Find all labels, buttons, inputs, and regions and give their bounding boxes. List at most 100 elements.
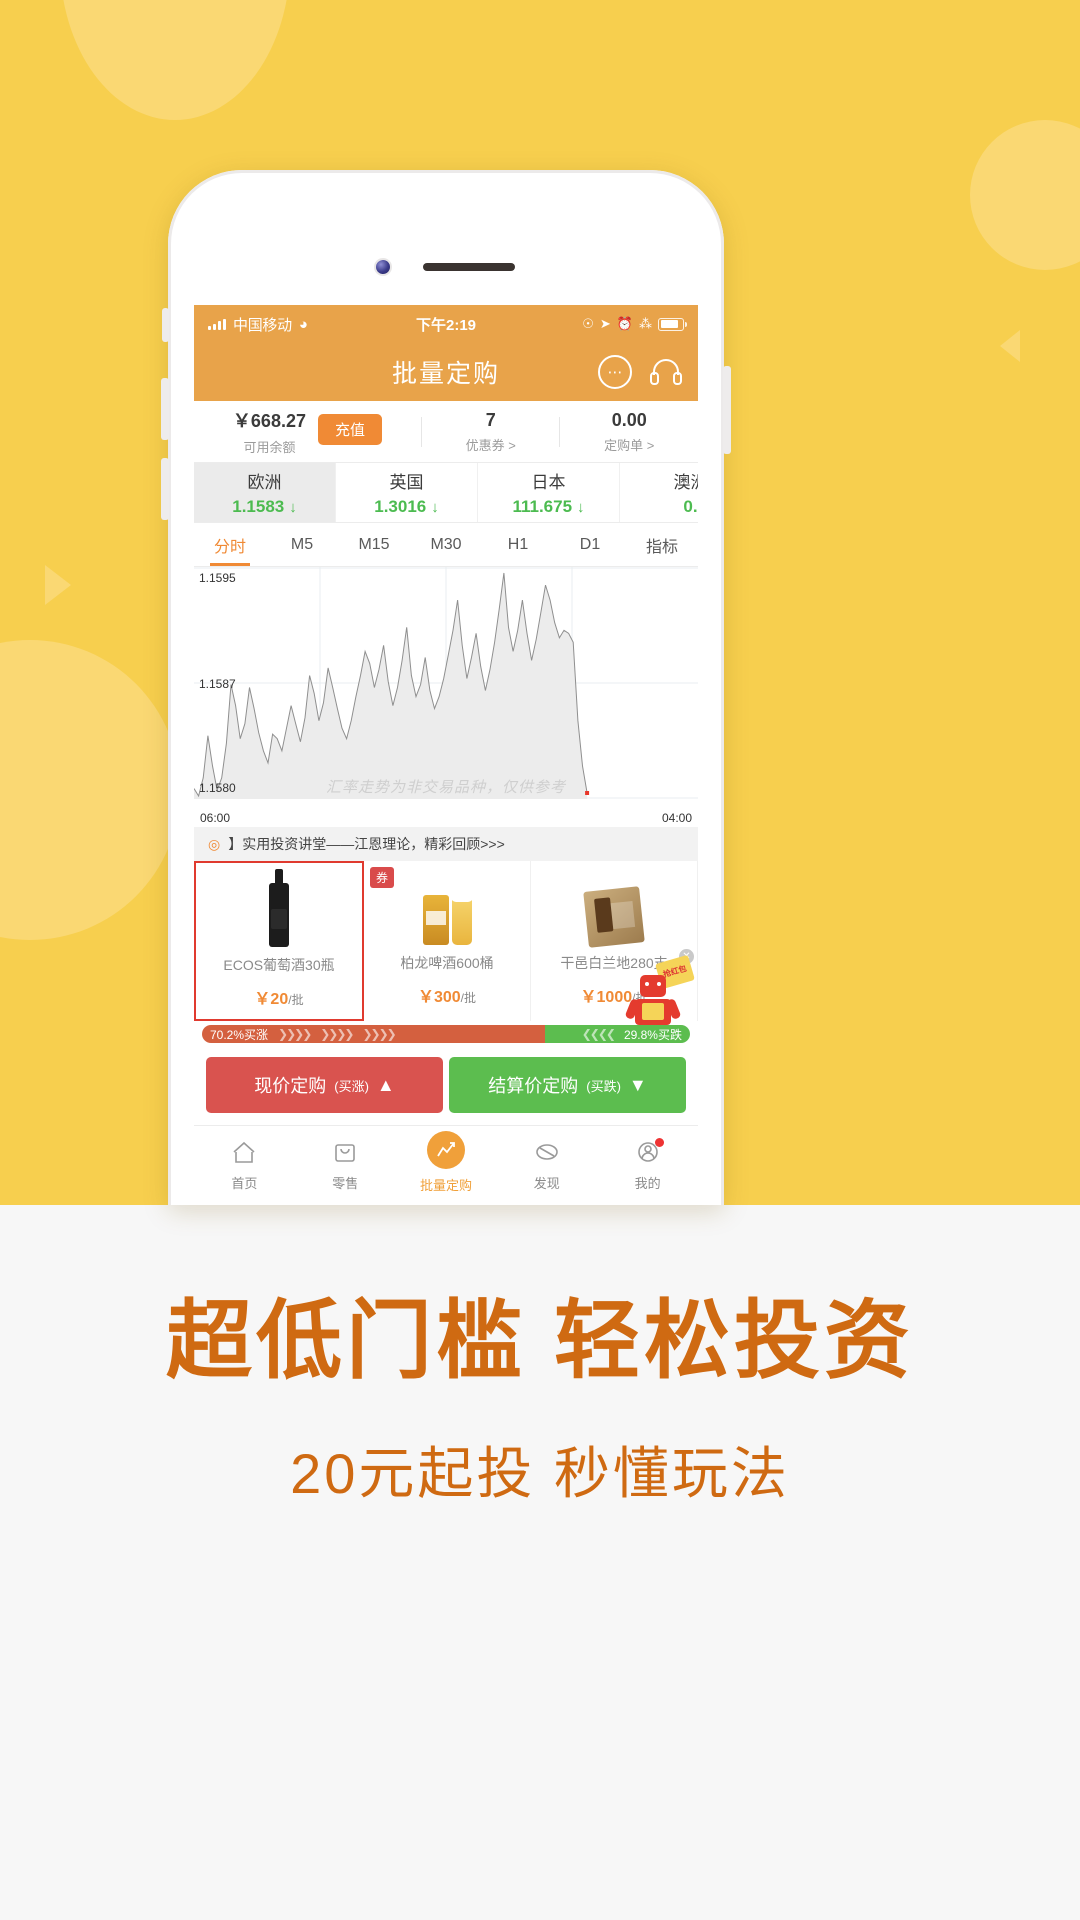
product-name: 柏龙啤酒600桶 bbox=[400, 955, 494, 971]
tab-batch-order[interactable]: 批量定购 bbox=[396, 1126, 497, 1203]
decor-triangle-right bbox=[1000, 330, 1020, 362]
tab-discover[interactable]: 发现 bbox=[496, 1126, 597, 1203]
alarm-icon: ⏰ bbox=[616, 316, 633, 331]
currency-tab-aud[interactable]: 澳洲 0. bbox=[620, 463, 699, 522]
tab-retail[interactable]: 零售 bbox=[295, 1126, 396, 1203]
product-price: ￥20/批 bbox=[254, 985, 303, 1009]
orders-label: 定购单 > bbox=[604, 437, 655, 453]
compass-icon bbox=[532, 1137, 562, 1167]
app-header: 批量定购 ⋯ bbox=[194, 343, 698, 401]
recharge-button[interactable]: 充值 bbox=[317, 414, 382, 445]
orders-count: 0.00 bbox=[611, 409, 647, 430]
tab-mine[interactable]: 我的 bbox=[597, 1126, 698, 1203]
currency-value: 1.1583 ↓ bbox=[232, 497, 297, 517]
buy-down-button[interactable]: 结算价定购 (买跌) ▼ bbox=[449, 1057, 686, 1113]
orders-cell[interactable]: 0.00 定购单 > bbox=[560, 410, 698, 454]
trend-down-icon: ↓ bbox=[289, 498, 297, 516]
timeframe-tab-d1[interactable]: D1 bbox=[554, 523, 626, 566]
coupon-cell[interactable]: 7 优惠券 > bbox=[422, 410, 560, 454]
currency-tab-jpy[interactable]: 日本 111.675 ↓ bbox=[478, 463, 620, 522]
timeframe-tab-strip[interactable]: 分时 M5 M15 M30 H1 D1 指标 bbox=[194, 523, 698, 567]
timeframe-tab-m5[interactable]: M5 bbox=[266, 523, 338, 566]
home-icon bbox=[229, 1137, 259, 1167]
status-bar-clock: 下午2:19 bbox=[415, 316, 477, 334]
sentiment-bull-segment: 70.2%买涨 ❯❯❯❯ ❯❯❯❯ ❯❯❯❯ bbox=[202, 1025, 545, 1043]
price-chart[interactable]: 1.1595 1.1587 1.1580 汇率走势为非交易品种，仅供参考 06:… bbox=[194, 567, 698, 827]
product-price-value: ￥20 bbox=[254, 991, 289, 1008]
wifi-icon: ◕ bbox=[298, 315, 308, 333]
chevron-right-icon: ❯❯❯❯ bbox=[320, 1027, 354, 1041]
promo-copy: 超低门槛 轻松投资 20元起投 秒懂玩法 bbox=[0, 1205, 1080, 1510]
page-title: 批量定购 bbox=[391, 360, 500, 388]
chart-series bbox=[194, 572, 590, 799]
tab-label: 我的 bbox=[634, 1176, 661, 1191]
beer-icon bbox=[422, 871, 473, 945]
red-packet-floating-widget[interactable]: ✕ 抢红包 bbox=[622, 949, 695, 1037]
product-price: ￥300/批 bbox=[418, 983, 476, 1007]
order-actions: 现价定购 (买涨) ▲ 结算价定购 (买跌) ▼ bbox=[194, 1047, 698, 1125]
headset-icon[interactable] bbox=[648, 356, 684, 388]
chevron-right-icon: ❯❯❯❯ bbox=[278, 1027, 312, 1041]
currency-value: 1.3016 ↓ bbox=[374, 497, 439, 517]
currency-tab-strip[interactable]: 欧洲 1.1583 ↓ 英国 1.3016 ↓ 日本 111.675 ↓ 澳 0… bbox=[194, 463, 698, 523]
decor-blob-right bbox=[970, 120, 1080, 270]
chevron-left-icon: ❮❮❮❮ bbox=[581, 1027, 616, 1041]
tab-label: 首页 bbox=[231, 1176, 258, 1191]
promo-headline: 超低门槛 轻松投资 bbox=[166, 1293, 914, 1389]
tab-label: 发现 bbox=[533, 1176, 560, 1191]
buy-down-sub: (买跌) bbox=[586, 1078, 621, 1094]
notification-badge bbox=[654, 1138, 664, 1147]
decor-blob-top bbox=[60, 0, 290, 120]
timeframe-tab-indicators[interactable]: 指标 bbox=[626, 523, 698, 566]
status-bar-right: ☉ ➤ ⏰ ⁂ bbox=[582, 316, 687, 332]
currency-value: 0. bbox=[683, 497, 697, 517]
buy-up-sub: (买涨) bbox=[334, 1078, 369, 1094]
balance-label: 可用余额 bbox=[243, 440, 296, 455]
trend-down-icon: ↓ bbox=[431, 498, 439, 516]
down-arrow-icon: ▼ bbox=[628, 1074, 647, 1095]
chart-xlabel-start: 06:00 bbox=[200, 811, 231, 825]
buy-up-button[interactable]: 现价定购 (买涨) ▲ bbox=[206, 1057, 443, 1113]
carrier-label: 中国移动 bbox=[233, 316, 292, 334]
status-bar: 中国移动 ◕ 下午2:19 ☉ ➤ ⏰ ⁂ bbox=[194, 305, 698, 343]
currency-tab-gbp[interactable]: 英国 1.3016 ↓ bbox=[336, 463, 478, 522]
timeframe-tab-fenshi[interactable]: 分时 bbox=[194, 523, 266, 566]
chart-svg bbox=[194, 567, 698, 799]
trend-down-icon: ↓ bbox=[577, 498, 585, 516]
wine-bottle-icon bbox=[269, 869, 289, 947]
currency-name: 欧洲 bbox=[247, 473, 282, 492]
coupon-label: 优惠券 > bbox=[465, 437, 516, 453]
red-packet-mascot bbox=[624, 975, 682, 1031]
product-card-wine[interactable]: ECOS葡萄酒30瓶 ￥20/批 bbox=[194, 861, 364, 1021]
phone-mockup: 中国移动 ◕ 下午2:19 ☉ ➤ ⏰ ⁂ 批量定购 ⋯ ￥668.27 可用余… bbox=[161, 170, 731, 1205]
balance-cell: ￥668.27 可用余额 充值 bbox=[194, 407, 421, 456]
currency-rate: 1.3016 bbox=[374, 497, 427, 516]
product-price-value: ￥300 bbox=[417, 989, 461, 1006]
promo-subline: 20元起投 秒懂玩法 bbox=[290, 1442, 790, 1505]
currency-rate: 111.675 bbox=[512, 497, 573, 516]
product-price-unit: /批 bbox=[288, 993, 304, 1007]
buy-up-label: 现价定购 bbox=[254, 1076, 327, 1096]
timeframe-tab-m15[interactable]: M15 bbox=[338, 523, 410, 566]
tab-home[interactable]: 首页 bbox=[194, 1126, 295, 1203]
signal-bars-icon bbox=[208, 318, 226, 330]
product-card-beer[interactable]: 券 柏龙啤酒600桶 ￥300/批 bbox=[364, 861, 531, 1021]
balance-strip: ￥668.27 可用余额 充值 7 优惠券 > 0.00 定购单 > bbox=[194, 401, 698, 463]
timeframe-tab-h1[interactable]: H1 bbox=[482, 523, 554, 566]
timeframe-tab-m30[interactable]: M30 bbox=[410, 523, 482, 566]
phone-volume-down-button bbox=[161, 458, 169, 520]
mascot-head bbox=[640, 975, 666, 997]
news-ticker[interactable]: ◎ 】实用投资讲堂——江恩理论，精彩回顾>>> bbox=[194, 827, 698, 861]
decor-blob-left bbox=[0, 640, 180, 940]
currency-tab-eur[interactable]: 欧洲 1.1583 ↓ bbox=[194, 463, 336, 522]
balance-amount: ￥668.27 bbox=[232, 411, 306, 431]
sentiment-bull-label: 70.2%买涨 bbox=[210, 1027, 269, 1042]
currency-rate: 0. bbox=[683, 497, 698, 516]
bottom-tab-bar[interactable]: 首页 零售 批量定购 发现 我的 bbox=[194, 1125, 698, 1203]
chat-bubble-icon[interactable]: ⋯ bbox=[598, 355, 632, 389]
megaphone-icon: ◎ bbox=[208, 835, 221, 852]
chart-ylabel-top: 1.1595 bbox=[199, 571, 236, 585]
phone-volume-up-button bbox=[161, 378, 169, 440]
sentiment-track: 70.2%买涨 ❯❯❯❯ ❯❯❯❯ ❯❯❯❯ ❮❮❮❮ 29.8%买跌 bbox=[202, 1025, 690, 1043]
currency-value: 111.675 ↓ bbox=[512, 497, 584, 517]
